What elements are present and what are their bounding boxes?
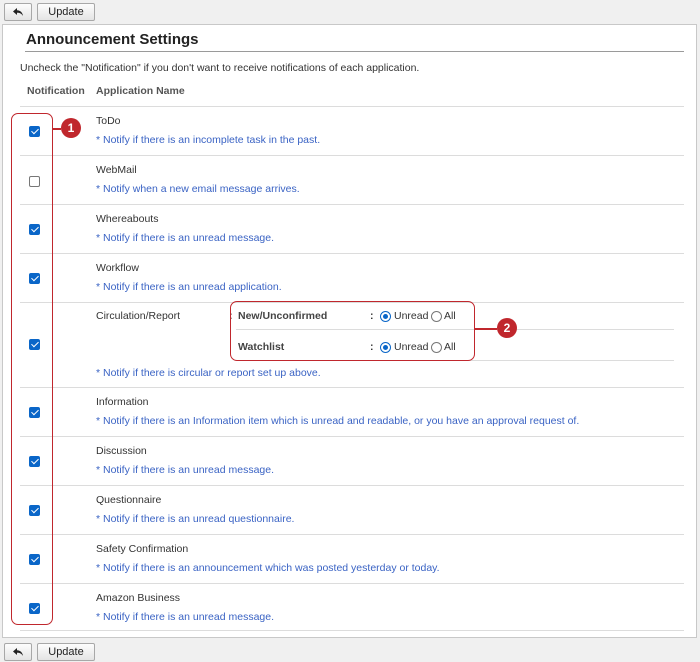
- app-name: Workflow: [96, 262, 139, 274]
- app-row-information: Information * Notify if there is an Info…: [20, 388, 684, 436]
- app-name: WebMail: [96, 164, 137, 176]
- app-note: * Notify when a new email message arrive…: [96, 183, 300, 195]
- app-note: * Notify if there is an Information item…: [96, 415, 580, 427]
- row-divider: [20, 630, 684, 631]
- app-note: * Notify if there is an unread message.: [96, 232, 275, 244]
- callout-connector-2: [475, 328, 497, 330]
- app-row-todo: ToDo * Notify if there is an incomplete …: [20, 107, 684, 155]
- back-button[interactable]: [4, 3, 32, 21]
- notification-checkbox-amazon-business[interactable]: [29, 603, 40, 614]
- top-toolbar: Update: [4, 3, 95, 21]
- app-name: Amazon Business: [96, 592, 181, 604]
- sub-option-divider: [236, 360, 674, 361]
- radio-label-all: All: [444, 341, 456, 353]
- column-header-application-name: Application Name: [96, 85, 185, 97]
- radio-watchlist-unread[interactable]: [380, 342, 391, 353]
- radio-new-unconfirmed-unread[interactable]: [380, 311, 391, 322]
- sub-option-colon: :: [370, 310, 374, 322]
- radio-label-unread: Unread: [394, 310, 429, 322]
- notification-checkbox-todo[interactable]: [29, 126, 40, 137]
- settings-panel: Announcement Settings Uncheck the "Notif…: [2, 24, 697, 638]
- app-name: Circulation/Report: [96, 310, 181, 322]
- notification-checkbox-safety-confirmation[interactable]: [29, 554, 40, 565]
- radio-watchlist-all[interactable]: [431, 342, 442, 353]
- notification-checkbox-questionnaire[interactable]: [29, 505, 40, 516]
- notification-checkbox-webmail[interactable]: [29, 176, 40, 187]
- back-button[interactable]: [4, 643, 32, 661]
- app-row-amazon-business: Amazon Business * Notify if there is an …: [20, 584, 684, 632]
- sub-option-colon: :: [370, 341, 374, 353]
- radio-new-unconfirmed-all[interactable]: [431, 311, 442, 322]
- app-note: * Notify if there is an unread questionn…: [96, 513, 295, 525]
- back-arrow-icon: [13, 8, 23, 16]
- sub-option-divider: [236, 329, 674, 330]
- update-button[interactable]: Update: [37, 3, 95, 21]
- app-name: Safety Confirmation: [96, 543, 189, 555]
- app-row-workflow: Workflow * Notify if there is an unread …: [20, 254, 684, 302]
- app-note: * Notify if there is circular or report …: [96, 367, 321, 379]
- notification-checkbox-workflow[interactable]: [29, 273, 40, 284]
- back-arrow-icon: [13, 648, 23, 656]
- app-note: * Notify if there is an incomplete task …: [96, 134, 321, 146]
- notification-checkbox-whereabouts[interactable]: [29, 224, 40, 235]
- sub-option-label-new-unconfirmed: New/Unconfirmed: [238, 310, 328, 322]
- sub-option-label-watchlist: Watchlist: [238, 341, 285, 353]
- radio-label-all: All: [444, 310, 456, 322]
- app-row-discussion: Discussion * Notify if there is an unrea…: [20, 437, 684, 485]
- page-title: Announcement Settings: [25, 31, 684, 52]
- update-button[interactable]: Update: [37, 643, 95, 661]
- app-note: * Notify if there is an announcement whi…: [96, 562, 440, 574]
- bottom-toolbar: Update: [4, 643, 95, 661]
- app-note: * Notify if there is an unread message.: [96, 611, 275, 623]
- app-row-safety-confirmation: Safety Confirmation * Notify if there is…: [20, 535, 684, 583]
- app-row-questionnaire: Questionnaire * Notify if there is an un…: [20, 486, 684, 534]
- callout-connector-1: [53, 128, 61, 130]
- app-name: Discussion: [96, 445, 147, 457]
- app-row-circulation-report: Circulation/Report : New/Unconfirmed : U…: [20, 303, 684, 387]
- column-header-notification: Notification: [27, 85, 85, 97]
- app-name: ToDo: [96, 115, 121, 127]
- notification-checkbox-information[interactable]: [29, 407, 40, 418]
- page-description: Uncheck the "Notification" if you don't …: [20, 62, 420, 74]
- label-colon: :: [229, 310, 233, 322]
- callout-number-2: 2: [497, 318, 517, 338]
- app-note: * Notify if there is an unread message.: [96, 464, 275, 476]
- app-name: Information: [96, 396, 149, 408]
- notification-checkbox-circulation-report[interactable]: [29, 339, 40, 350]
- notification-checkbox-discussion[interactable]: [29, 456, 40, 467]
- app-name: Whereabouts: [96, 213, 159, 225]
- radio-label-unread: Unread: [394, 341, 429, 353]
- app-note: * Notify if there is an unread applicati…: [96, 281, 282, 293]
- callout-number-1: 1: [61, 118, 81, 138]
- app-row-whereabouts: Whereabouts * Notify if there is an unre…: [20, 205, 684, 253]
- app-row-webmail: WebMail * Notify when a new email messag…: [20, 156, 684, 204]
- app-name: Questionnaire: [96, 494, 162, 506]
